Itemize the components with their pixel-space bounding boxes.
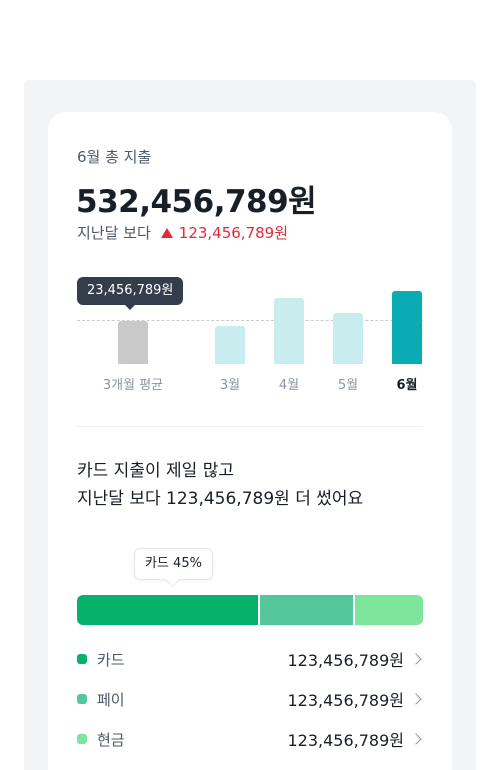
bar-label: 6월	[396, 378, 418, 393]
legend-dot	[77, 694, 87, 704]
chevron-right-icon	[410, 653, 422, 665]
legend-amount: 123,456,789원	[287, 651, 404, 670]
compare-row: 지난달 보다 123,456,789원	[77, 222, 288, 243]
legend-dot	[77, 734, 87, 744]
chevron-right-icon	[410, 733, 422, 745]
legend-row-card[interactable]: 카드 123,456,789원	[77, 639, 423, 679]
compare-diff: 123,456,789원	[178, 224, 289, 242]
bar-label: 3개월 평균	[102, 378, 164, 393]
share-segment-pay	[260, 595, 353, 625]
legend-name: 카드	[97, 650, 125, 669]
share-segment-cash	[354, 595, 423, 625]
spending-summary: 카드 지출이 제일 많고 지난달 보다 123,456,789원 더 썼어요	[77, 457, 363, 513]
share-segment-card	[77, 595, 259, 625]
card-share-badge: 카드 45%	[134, 548, 213, 580]
spending-card: 6월 총 지출 532,456,789원 지난달 보다 123,456,789원…	[48, 112, 452, 770]
compare-label: 지난달 보다	[77, 224, 151, 242]
summary-line-1: 카드 지출이 제일 많고	[77, 461, 234, 481]
average-tooltip: 23,456,789원	[77, 277, 184, 310]
month-title: 6월 총 지출	[77, 148, 152, 166]
legend-row-pay[interactable]: 페이 123,456,789원	[77, 679, 423, 719]
payment-share-bar	[77, 595, 423, 625]
legend-row-cash[interactable]: 현금 123,456,789원	[77, 719, 423, 759]
bar-month-4[interactable]	[274, 298, 304, 364]
legend-amount: 123,456,789원	[287, 691, 404, 710]
bar-month-6[interactable]	[392, 291, 422, 364]
legend-amount: 123,456,789원	[287, 731, 404, 750]
increase-icon	[160, 227, 173, 238]
bar-month-5[interactable]	[333, 312, 363, 364]
summary-line-2: 지난달 보다 123,456,789원 더 썼어요	[77, 489, 364, 509]
section-divider	[77, 426, 423, 427]
legend-dot	[77, 654, 87, 664]
chevron-right-icon	[410, 693, 422, 705]
bar-month-3[interactable]	[215, 326, 245, 364]
total-spending: 532,456,789원	[76, 184, 317, 220]
bar-average[interactable]	[118, 321, 148, 364]
legend-name: 페이	[97, 690, 125, 709]
legend-name: 현금	[97, 730, 125, 749]
